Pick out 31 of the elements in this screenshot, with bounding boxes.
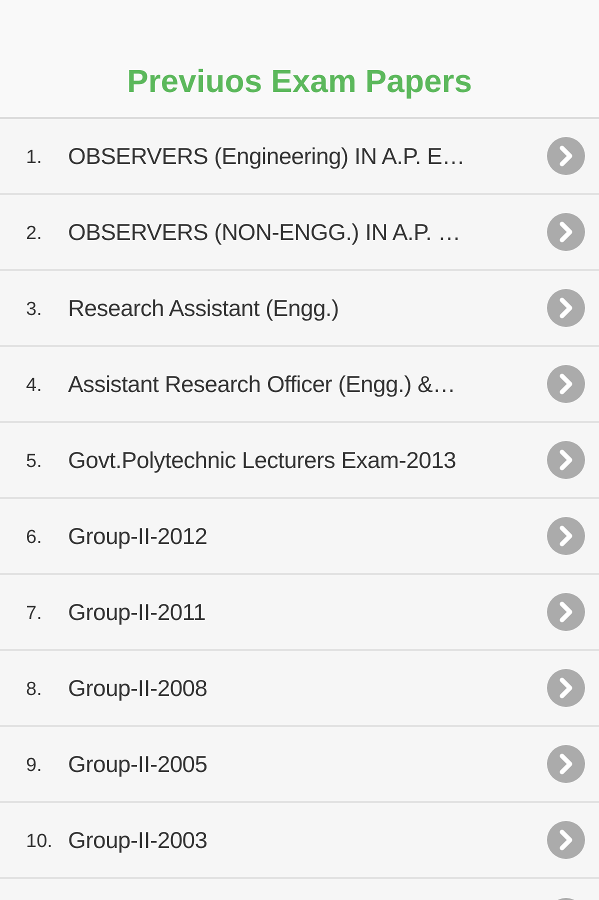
chevron-right-icon	[547, 213, 585, 251]
item-label: Group-II-2011	[68, 598, 207, 627]
item-number: 8.	[26, 678, 43, 702]
item-label: OBSERVERS (Engineering) IN A.P. E…	[68, 142, 466, 171]
item-number: 3.	[26, 298, 43, 322]
item-label: Group-II-2003	[68, 826, 208, 855]
item-number: 10.	[26, 830, 54, 854]
chevron-right-icon	[547, 517, 585, 555]
item-number: 7.	[26, 602, 43, 626]
item-label: Research Assistant (Engg.)	[68, 294, 340, 323]
page-title: Previuos Exam Papers	[126, 62, 472, 101]
chevron-right-icon	[547, 669, 585, 707]
item-label: Group-II-2012	[68, 522, 208, 551]
chevron-right-icon	[547, 745, 585, 783]
item-number: 6.	[26, 526, 43, 550]
item-label: Govt.Polytechnic Lecturers Exam-2013	[68, 446, 458, 475]
item-label: OBSERVERS (NON-ENGG.) IN A.P. …	[68, 218, 462, 247]
item-number: 2.	[26, 222, 43, 246]
item-number: 1.	[26, 146, 43, 170]
item-label: Group-II-2008	[68, 674, 208, 703]
item-number: 4.	[26, 374, 43, 398]
chevron-right-icon	[547, 593, 585, 631]
item-number: 9.	[26, 754, 43, 778]
chevron-right-icon	[547, 821, 585, 859]
item-label: Assistant Research Officer (Engg.) &…	[68, 370, 456, 399]
chevron-right-icon	[547, 289, 585, 327]
chevron-right-icon	[547, 441, 585, 479]
item-label: Group-II-2005	[68, 750, 208, 779]
item-number: 5.	[26, 450, 43, 474]
chevron-right-icon	[547, 137, 585, 175]
chevron-right-icon	[547, 365, 585, 403]
